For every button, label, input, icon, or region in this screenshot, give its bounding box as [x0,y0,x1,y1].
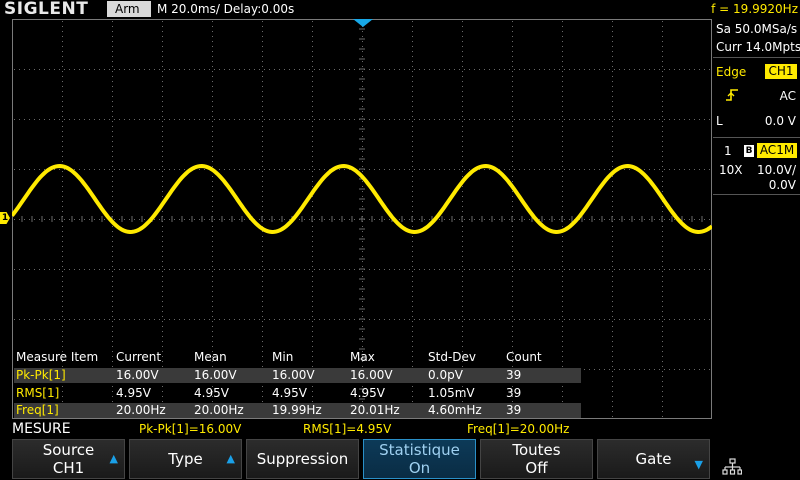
table-cell: 4.60mHz [428,403,482,417]
table-cell: 4.95V [350,386,385,400]
down-arrow-icon: ▼ [694,458,703,471]
table-cell: 39 [506,386,522,400]
column-header: Std-Dev [428,350,476,364]
trigger-source-badge: CH1 [765,64,797,79]
channel-offset: 0.0V [768,178,796,192]
softkey-source[interactable]: Source CH1 ▲ [12,439,125,479]
quick-measure-rms: RMS[1]=4.95V [303,422,392,436]
softkey-value: On [408,459,431,477]
softkey-label: Source [42,441,95,459]
table-cell: 19.99Hz [272,403,322,417]
channel-1-offset-marker[interactable]: 1 [0,212,10,224]
softkey-value: CH1 [52,459,85,477]
table-row: Freq[1] 20.00Hz 20.00Hz 19.99Hz 20.01Hz … [14,403,581,418]
volts-per-div: 10.0V/ [757,163,796,177]
up-arrow-icon: ▲ [109,452,118,465]
table-cell: 16.00V [194,368,237,382]
trigger-level-label: L [716,114,723,128]
acquisition-status: Arm [107,1,151,17]
softkey-suppression[interactable]: Suppression [246,439,359,479]
table-row: Pk-Pk[1] 16.00V 16.00V 16.00V 16.00V 0.0… [14,368,581,383]
quick-measure-freq: Freq[1]=20.00Hz [467,422,570,436]
table-cell: 39 [506,368,522,382]
table-cell: 4.95V [272,386,307,400]
table-cell: 16.00V [350,368,393,382]
softkey-label: Type [168,450,203,468]
right-info-panel: Sa 50.0MSa/s Curr 14.0Mpts Edge CH1 AC L… [713,19,800,219]
rising-edge-icon [725,88,739,104]
softkey-gate[interactable]: Gate ▼ [597,439,710,479]
table-cell: 20.00Hz [194,403,244,417]
channel-number: 1 [724,144,732,158]
trigger-type: Edge [716,65,747,79]
frequency-counter: f = 19.9920Hz [711,2,798,16]
up-arrow-icon: ▲ [226,452,235,465]
softkey-label: Gate [635,450,672,468]
memory-depth: Curr 14.0Mpts [716,40,800,54]
table-cell: 16.00V [116,368,159,382]
table-cell: 4.95V [116,386,151,400]
timebase-readout: M 20.0ms/ Delay:0.00s [157,2,295,16]
softkey-value: Off [525,459,548,477]
column-header: Max [350,350,375,364]
brand-logo: SIGLENT [4,0,89,19]
trigger-coupling: AC [779,89,796,103]
softkey-label: Suppression [256,450,349,468]
sample-rate: Sa 50.0MSa/s [716,22,798,36]
quick-measure-pkpk: Pk-Pk[1]=16.00V [139,422,242,436]
top-bar: SIGLENT Arm M 20.0ms/ Delay:0.00s f = 19… [0,0,800,19]
column-header: Count [506,350,542,364]
trigger-position-marker[interactable] [353,19,373,27]
channel-coupling-badge: AC1M [757,143,797,158]
bandwidth-limit-badge: B [744,145,754,157]
measure-item: Freq[1] [16,403,59,417]
panel-divider [713,57,800,58]
table-cell: 1.05mV [428,386,475,400]
panel-divider [713,137,800,138]
softkey-type[interactable]: Type ▲ [129,439,242,479]
panel-divider [713,194,800,195]
table-cell: 20.01Hz [350,403,400,417]
softkey-label: Toutes [512,441,561,459]
softkey-label: Statistique [379,441,460,459]
measure-item: Pk-Pk[1] [16,368,66,382]
column-header: Min [272,350,294,364]
softkey-all-measure[interactable]: Toutes Off [480,439,593,479]
softkey-statistics[interactable]: Statistique On [363,439,476,479]
menu-title: MESURE [12,421,71,437]
column-header: Current [116,350,162,364]
table-cell: 4.95V [194,386,229,400]
table-cell: 0.0pV [428,368,463,382]
network-icon [722,458,742,475]
table-cell: 16.00V [272,368,315,382]
table-cell: 20.00Hz [116,403,166,417]
measure-item: RMS[1] [16,386,60,400]
column-header: Mean [194,350,227,364]
column-header: Measure Item [16,350,99,364]
probe-attenuation: 10X [719,163,743,177]
table-cell: 39 [506,403,522,417]
trigger-level-value: 0.0 V [764,114,796,128]
